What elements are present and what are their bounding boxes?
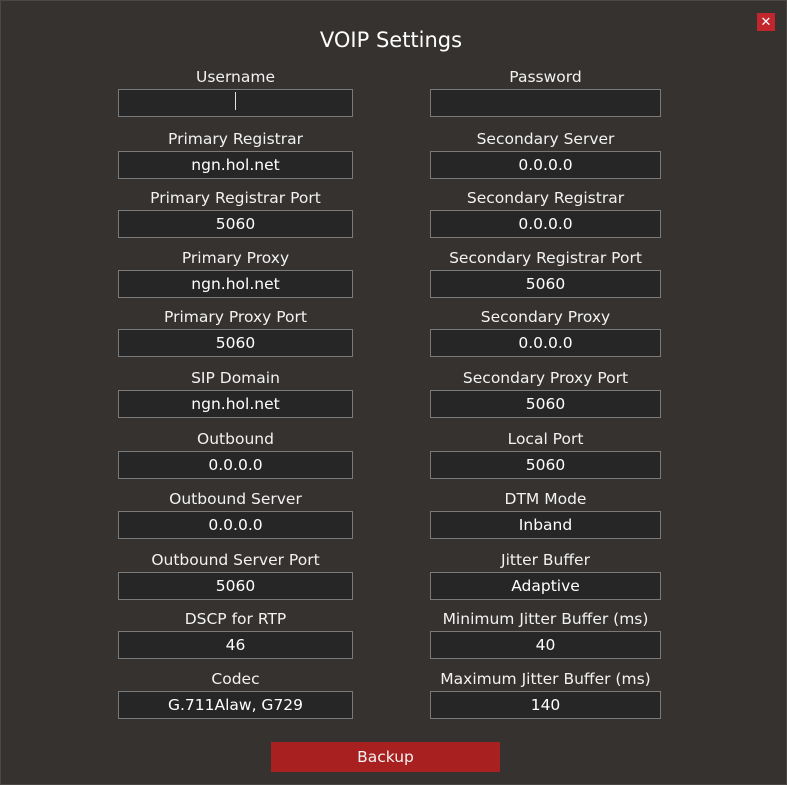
dtm-mode-label: DTM Mode <box>504 490 587 508</box>
primary-registrar-port-field-group: Primary Registrar Port <box>118 187 353 238</box>
jitter-buffer-field-group: Jitter Buffer <box>430 549 661 600</box>
local-port-label: Local Port <box>507 430 584 448</box>
sip-domain-label: SIP Domain <box>191 369 280 387</box>
secondary-proxy-port-field-group: Secondary Proxy Port <box>430 367 661 418</box>
sip-domain-field-group: SIP Domain <box>118 367 353 418</box>
maximum-jitter-buffer-field-group: Maximum Jitter Buffer (ms) <box>430 668 661 719</box>
secondary-proxy-port-input[interactable] <box>430 390 661 418</box>
secondary-registrar-port-label: Secondary Registrar Port <box>449 249 642 267</box>
secondary-proxy-port-label: Secondary Proxy Port <box>462 369 629 387</box>
primary-registrar-port-label: Primary Registrar Port <box>150 189 321 207</box>
local-port-input[interactable] <box>430 451 661 479</box>
secondary-proxy-field-group: Secondary Proxy <box>430 306 661 357</box>
username-label: Username <box>195 68 275 86</box>
primary-registrar-label: Primary Registrar <box>168 130 303 148</box>
password-input[interactable] <box>430 89 661 117</box>
maximum-jitter-buffer-label: Maximum Jitter Buffer (ms) <box>440 670 651 688</box>
secondary-proxy-input[interactable] <box>430 329 661 357</box>
secondary-server-label: Secondary Server <box>476 130 615 148</box>
outbound-server-port-input[interactable] <box>118 572 353 600</box>
dscp-for-rtp-field-group: DSCP for RTP <box>118 608 353 659</box>
jitter-buffer-input[interactable] <box>430 572 661 600</box>
secondary-registrar-label: Secondary Registrar <box>466 189 625 207</box>
local-port-field-group: Local Port <box>430 428 661 479</box>
password-label: Password <box>509 68 582 86</box>
outbound-server-input[interactable] <box>118 511 353 539</box>
primary-proxy-field-group: Primary Proxy <box>118 247 353 298</box>
minimum-jitter-buffer-input[interactable] <box>430 631 661 659</box>
primary-proxy-port-input[interactable] <box>118 329 353 357</box>
dscp-for-rtp-input[interactable] <box>118 631 353 659</box>
secondary-server-field-group: Secondary Server <box>430 128 661 179</box>
primary-proxy-label: Primary Proxy <box>181 249 290 267</box>
outbound-field-group: Outbound <box>118 428 353 479</box>
minimum-jitter-buffer-label: Minimum Jitter Buffer (ms) <box>442 610 649 628</box>
maximum-jitter-buffer-input[interactable] <box>430 691 661 719</box>
text-caret <box>235 92 236 110</box>
outbound-server-port-field-group: Outbound Server Port <box>118 549 353 600</box>
secondary-registrar-port-field-group: Secondary Registrar Port <box>430 247 661 298</box>
primary-proxy-port-field-group: Primary Proxy Port <box>118 306 353 357</box>
primary-registrar-field-group: Primary Registrar <box>118 128 353 179</box>
outbound-server-field-group: Outbound Server <box>118 488 353 539</box>
primary-registrar-port-input[interactable] <box>118 210 353 238</box>
dscp-for-rtp-label: DSCP for RTP <box>184 610 287 628</box>
backup-button[interactable]: Backup <box>271 742 500 772</box>
secondary-registrar-field-group: Secondary Registrar <box>430 187 661 238</box>
dtm-mode-field-group: DTM Mode <box>430 488 661 539</box>
outbound-label: Outbound <box>197 430 274 448</box>
secondary-proxy-label: Secondary Proxy <box>480 308 611 326</box>
codec-field-group: Codec <box>118 668 353 719</box>
outbound-server-port-label: Outbound Server Port <box>151 551 320 569</box>
secondary-registrar-input[interactable] <box>430 210 661 238</box>
codec-label: Codec <box>211 670 260 688</box>
outbound-input[interactable] <box>118 451 353 479</box>
jitter-buffer-label: Jitter Buffer <box>501 551 590 569</box>
primary-registrar-input[interactable] <box>118 151 353 179</box>
sip-domain-input[interactable] <box>118 390 353 418</box>
outbound-server-label: Outbound Server <box>169 490 302 508</box>
primary-proxy-port-label: Primary Proxy Port <box>164 308 307 326</box>
secondary-registrar-port-input[interactable] <box>430 270 661 298</box>
minimum-jitter-buffer-field-group: Minimum Jitter Buffer (ms) <box>430 608 661 659</box>
primary-proxy-input[interactable] <box>118 270 353 298</box>
dtm-mode-input[interactable] <box>430 511 661 539</box>
secondary-server-input[interactable] <box>430 151 661 179</box>
password-field-group: Password <box>430 66 661 117</box>
dialog-title: VOIP Settings <box>319 28 463 52</box>
username-field-group: Username <box>118 66 353 117</box>
voip-settings-dialog: ✕ VOIP Settings Username Primary Registr… <box>0 0 787 785</box>
codec-input[interactable] <box>118 691 353 719</box>
